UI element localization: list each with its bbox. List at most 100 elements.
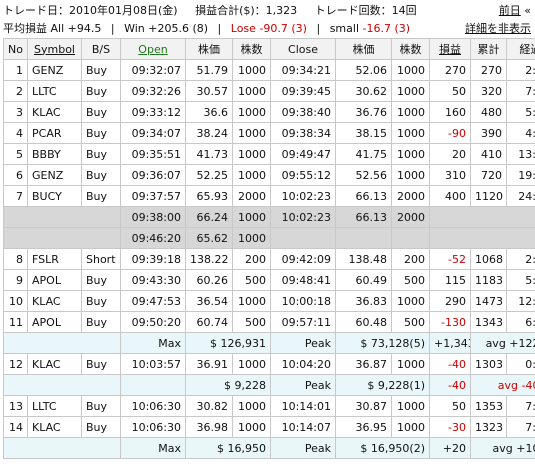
session-summary-row: Max$ 126,931Peak$ 73,128(5)+1,343avg +12… [3, 332, 535, 354]
win-value: +205.6 (8) [148, 22, 209, 35]
table-row: 9 APOL Buy 09:43:30 60.26 500 09:48:41 60.49 500… [3, 269, 535, 291]
fill-open-time-cell: 09:46:20 [120, 227, 186, 249]
close-shares-cell: 500 [391, 269, 430, 291]
symbol-cell: FSLR [27, 248, 82, 270]
close-time-cell: 09:48:41 [270, 269, 336, 291]
open-price-cell: 52.25 [185, 164, 233, 186]
trade-no: 5 [3, 143, 28, 165]
table-row: 12 KLAC Buy 10:03:57 36.91 1000 10:04:20 36.87 1… [3, 353, 535, 375]
table-row: 4 PCAR Buy 09:34:07 38.24 1000 09:38:34 38.15 10… [3, 122, 535, 144]
peak-value-cell: $ 73,128(5) [335, 332, 430, 354]
pnl-cell: -52 [429, 248, 471, 270]
col-elapsed: 経過 [506, 38, 535, 60]
col-symbol-sort[interactable]: Symbol [27, 38, 82, 60]
pnl-cell: -90 [429, 122, 471, 144]
trade-date: 2010年01月08日(金) [69, 4, 178, 17]
side-cell: Buy [81, 353, 121, 375]
col-open-price: 株価 [185, 38, 233, 60]
lose-value: -90.7 (3) [259, 22, 307, 35]
elapsed-cell: 19:05 [506, 164, 535, 186]
close-price-cell: 66.13 [335, 185, 392, 207]
open-shares-cell: 500 [232, 269, 271, 291]
cumulative-cell: 410 [470, 143, 507, 165]
session-pnl-cell: +20 [429, 437, 471, 459]
close-price-cell: 36.76 [335, 101, 392, 123]
close-price-cell: 36.95 [335, 416, 392, 438]
close-time-cell: 09:57:11 [270, 311, 336, 333]
spacer-cell [3, 332, 121, 354]
open-time-cell: 09:47:53 [120, 290, 186, 312]
max-label-cell: Max [120, 332, 186, 354]
fill-close-time-cell [270, 227, 336, 249]
close-time-cell: 10:00:18 [270, 290, 336, 312]
side-cell: Buy [81, 143, 121, 165]
cumulative-cell: 480 [470, 101, 507, 123]
max-label-cell: Max [120, 437, 186, 459]
win-label: Win [124, 22, 145, 35]
fill-open-shares-cell: 1000 [232, 206, 271, 228]
cumulative-cell: 390 [470, 122, 507, 144]
trade-no: 4 [3, 122, 28, 144]
side-cell: Buy [81, 416, 121, 438]
elapsed-cell: 13:56 [506, 143, 535, 165]
trade-no: 13 [3, 395, 28, 417]
elapsed-cell: 5:28 [506, 101, 535, 123]
close-price-cell: 30.62 [335, 80, 392, 102]
close-shares-cell: 1000 [391, 59, 430, 81]
prev-day-link[interactable]: 前日 [499, 4, 521, 17]
close-shares-cell: 1000 [391, 122, 430, 144]
col-bs: B/S [81, 38, 121, 60]
table-row: 8 FSLR Short 09:39:18 138.22 200 09:42:09 138.4… [3, 248, 535, 270]
col-pnl-sort[interactable]: 損益 [429, 38, 471, 60]
col-close-price: 株価 [335, 38, 392, 60]
symbol-cell: GENZ [27, 164, 82, 186]
table-row: 10 KLAC Buy 09:47:53 36.54 1000 10:00:18 36.83 1… [3, 290, 535, 312]
symbol-cell: KLAC [27, 416, 82, 438]
spacer-cell [3, 374, 121, 396]
pnl-cell: 50 [429, 395, 471, 417]
peak-label-cell: Peak [270, 332, 336, 354]
prev-day-nav: 前日 « [499, 2, 531, 18]
pnl-cell: -30 [429, 416, 471, 438]
close-price-cell: 36.83 [335, 290, 392, 312]
pnl-total: 1,323 [265, 4, 298, 17]
open-shares-cell: 1000 [232, 290, 271, 312]
open-shares-cell: 500 [232, 311, 271, 333]
close-price-cell: 52.56 [335, 164, 392, 186]
symbol-cell: LLTC [27, 395, 82, 417]
session-summary-row: Max$ 16,950Peak$ 16,950(2)+20avg +10.0 [3, 437, 535, 459]
close-time-cell: 09:55:12 [270, 164, 336, 186]
elapsed-cell: 0:23 [506, 353, 535, 375]
col-open-shares: 株数 [232, 38, 271, 60]
open-shares-cell: 1000 [232, 395, 271, 417]
open-price-cell: 38.24 [185, 122, 233, 144]
close-price-cell: 52.06 [335, 59, 392, 81]
table-row: 3 KLAC Buy 09:33:12 36.6 1000 09:38:40 36.76 100… [3, 101, 535, 123]
open-price-cell: 60.74 [185, 311, 233, 333]
col-open-sort[interactable]: Open [120, 38, 186, 60]
open-time-cell: 09:50:20 [120, 311, 186, 333]
col-cumulative: 累計 [470, 38, 507, 60]
open-price-cell: 30.57 [185, 80, 233, 102]
open-time-cell: 09:34:07 [120, 122, 186, 144]
open-shares-cell: 1000 [232, 416, 271, 438]
open-time-cell: 09:32:07 [120, 59, 186, 81]
fill-open-shares-cell: 1000 [232, 227, 271, 249]
hide-details-link[interactable]: 詳細を非表示 [465, 22, 531, 35]
side-cell: Buy [81, 269, 121, 291]
trade-no: 9 [3, 269, 28, 291]
pnl-cell: 290 [429, 290, 471, 312]
summary-header: トレード日：2010年01月08日(金) 損益合計($)：1,323 トレード回… [0, 0, 535, 36]
pnl-cell: -40 [429, 353, 471, 375]
cumulative-cell: 1473 [470, 290, 507, 312]
close-time-cell: 09:49:47 [270, 143, 336, 165]
close-time-cell: 09:38:40 [270, 101, 336, 123]
side-cell: Buy [81, 164, 121, 186]
open-shares-cell: 1000 [232, 143, 271, 165]
pnl-cell: 270 [429, 59, 471, 81]
trade-no: 12 [3, 353, 28, 375]
fill-close-shares-cell: 2000 [391, 206, 430, 228]
prev-day-arrow-icon[interactable]: « [524, 4, 531, 17]
session-summary-row: $ 9,228Peak$ 9,228(1)-40avg -40.0 [3, 374, 535, 396]
trades-table: No Symbol B/S Open 株価 株数 Close 株価 株数 損益 … [3, 38, 535, 459]
